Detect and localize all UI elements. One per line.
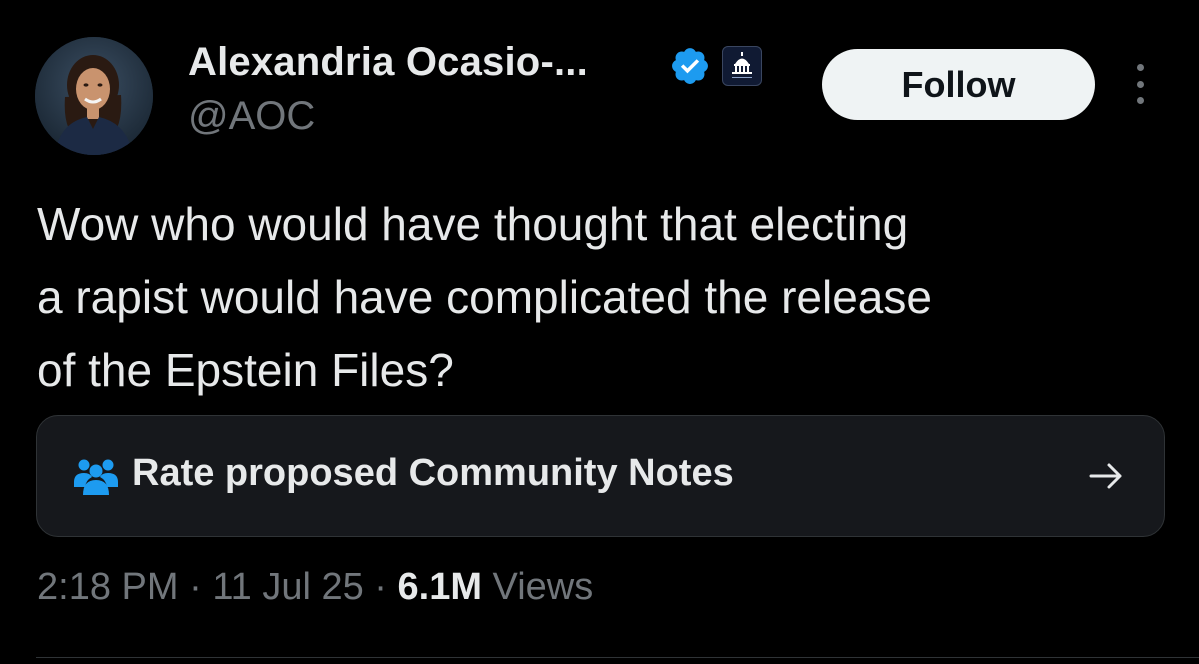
profile-photo bbox=[35, 37, 153, 155]
display-name[interactable]: Alexandria Ocasio-... bbox=[188, 40, 588, 85]
verified-badge-icon bbox=[672, 48, 708, 84]
avatar[interactable] bbox=[35, 37, 153, 155]
divider bbox=[36, 657, 1199, 658]
separator: · bbox=[189, 566, 202, 608]
community-notes-label: Rate proposed Community Notes bbox=[132, 452, 734, 494]
user-handle[interactable]: @AOC bbox=[188, 94, 315, 139]
capitol-building-icon[interactable] bbox=[722, 46, 762, 86]
rate-community-notes-card[interactable]: Rate proposed Community Notes bbox=[36, 415, 1165, 537]
views-label: Views bbox=[492, 566, 594, 608]
people-icon bbox=[74, 459, 118, 495]
follow-button[interactable]: Follow bbox=[822, 49, 1095, 120]
tweet-time[interactable]: 2:18 PM bbox=[37, 566, 179, 608]
tweet-line: a rapist would have complicated the rele… bbox=[37, 271, 932, 323]
arrow-right-icon bbox=[1089, 463, 1122, 489]
more-options-icon[interactable] bbox=[1125, 64, 1155, 104]
views-count: 6.1M bbox=[397, 566, 482, 608]
tweet-meta: 2:18 PM · 11 Jul 25 · 6.1M Views bbox=[37, 566, 593, 609]
tweet-line: of the Epstein Files? bbox=[37, 344, 454, 396]
tweet-text: Wow who would have thought that electing… bbox=[37, 188, 1177, 407]
tweet-date[interactable]: 11 Jul 25 bbox=[212, 566, 363, 608]
separator: · bbox=[374, 566, 387, 608]
tweet-line: Wow who would have thought that electing bbox=[37, 198, 909, 250]
